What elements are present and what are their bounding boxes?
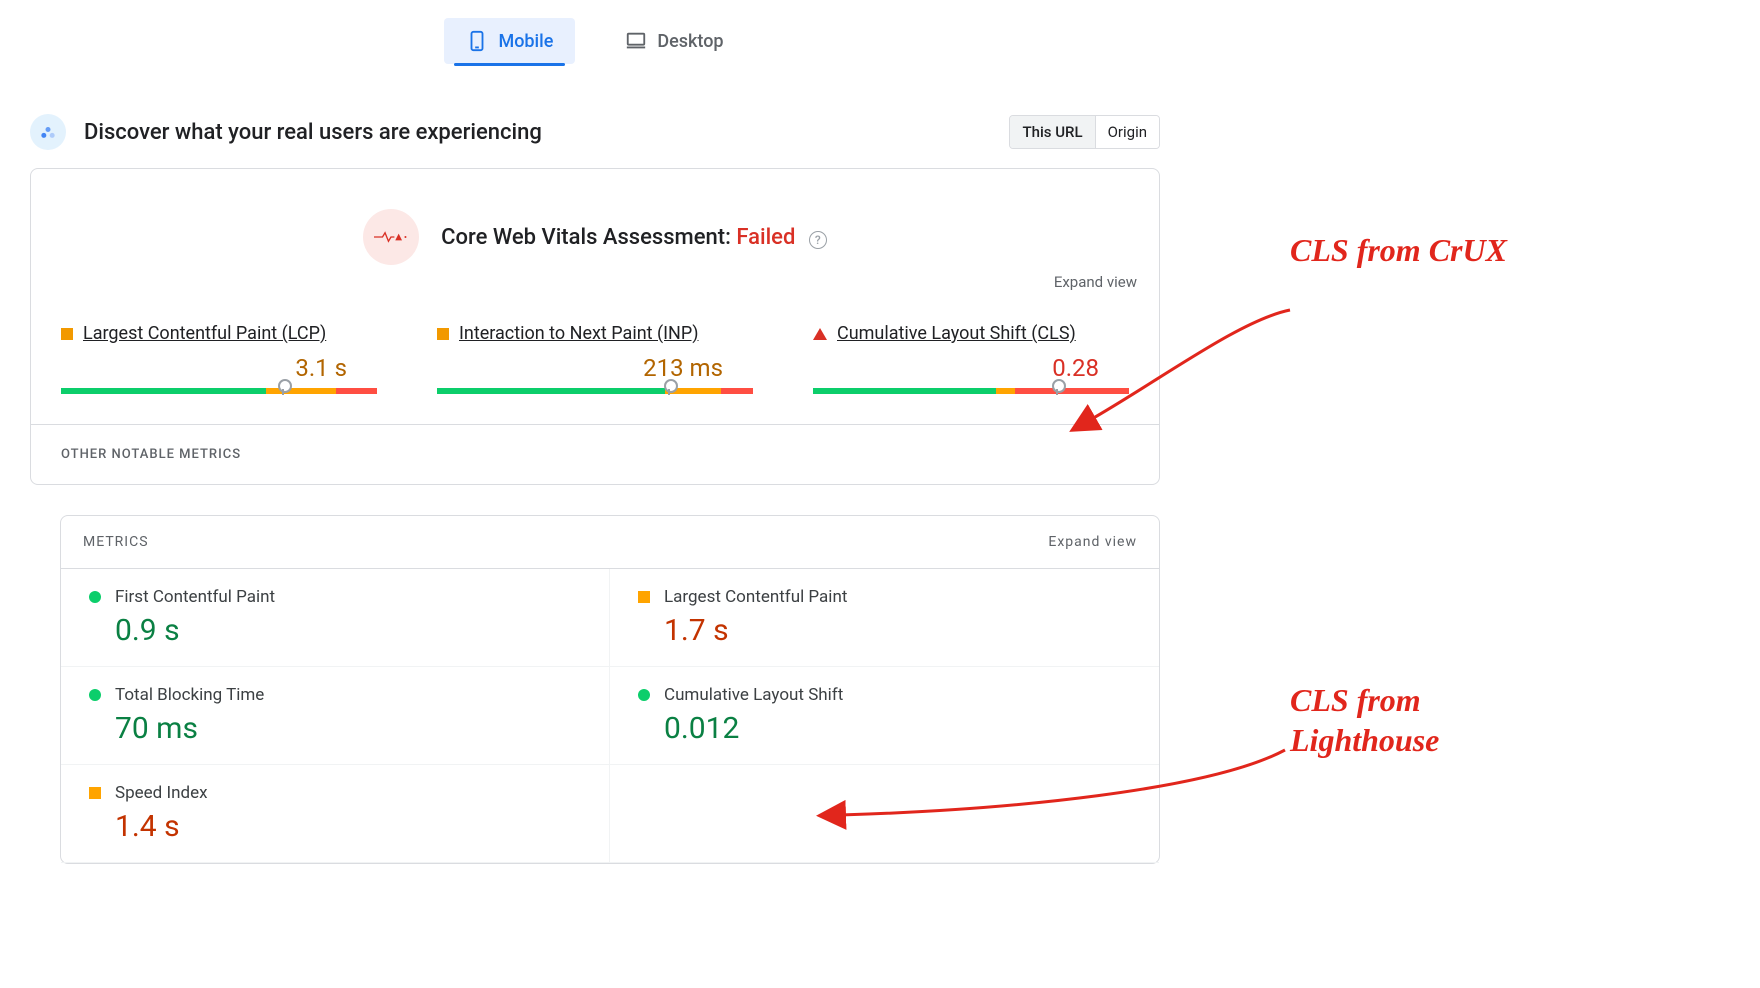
metric-tbt-name: Total Blocking Time [115, 685, 264, 705]
annotation-lighthouse: CLS from Lighthouse [1290, 680, 1550, 760]
cwv-inp-value: 213 ms [437, 344, 753, 388]
metric-cls: Cumulative Layout Shift 0.012 [610, 667, 1159, 765]
cwv-cls-value: 0.28 [813, 344, 1129, 388]
tab-mobile[interactable]: Mobile [444, 18, 575, 64]
metric-cls-value: 0.012 [638, 705, 1131, 746]
cwv-inp-distribution [437, 388, 753, 394]
metric-lcp: Largest Contentful Paint 1.7 s [610, 569, 1159, 667]
triangle-icon [813, 328, 827, 340]
cwv-inp-link[interactable]: Interaction to Next Paint (INP) [459, 323, 699, 344]
tab-desktop[interactable]: Desktop [603, 18, 745, 64]
annotation-crux: CLS from CrUX [1290, 230, 1550, 270]
lab-metrics-card: METRICS Expand view First Contentful Pai… [60, 515, 1160, 864]
device-tabs: Mobile Desktop [30, 0, 1160, 74]
metric-empty [610, 765, 1159, 863]
metric-si-value: 1.4 s [89, 803, 581, 844]
section-title: Discover what your real users are experi… [84, 120, 542, 145]
cwv-cls-link[interactable]: Cumulative Layout Shift (CLS) [837, 323, 1076, 344]
help-icon[interactable]: ? [809, 231, 827, 249]
metric-si-name: Speed Index [115, 783, 208, 803]
mobile-icon [466, 30, 488, 52]
tab-mobile-label: Mobile [498, 31, 553, 52]
square-icon [437, 328, 449, 340]
metrics-heading: METRICS [83, 534, 149, 550]
field-data-icon [30, 114, 66, 150]
scope-toggle: This URL Origin [1009, 115, 1160, 149]
status-dot-icon [89, 591, 101, 603]
metric-fcp: First Contentful Paint 0.9 s [61, 569, 610, 667]
metric-cls-name: Cumulative Layout Shift [664, 685, 843, 705]
metrics-expand-link[interactable]: Expand view [1048, 534, 1137, 550]
metric-tbt-value: 70 ms [89, 705, 581, 746]
toggle-origin[interactable]: Origin [1095, 116, 1159, 148]
cwv-metric-cls: Cumulative Layout Shift (CLS) 0.28 [813, 323, 1129, 394]
metric-si: Speed Index 1.4 s [61, 765, 610, 863]
cwv-lcp-value: 3.1 s [61, 344, 377, 388]
status-dot-icon [638, 689, 650, 701]
cwv-metric-inp: Interaction to Next Paint (INP) 213 ms [437, 323, 753, 394]
status-dot-icon [89, 689, 101, 701]
tab-desktop-label: Desktop [657, 31, 723, 52]
cwv-lcp-distribution [61, 388, 377, 394]
assessment-status-icon [363, 209, 419, 265]
metric-lcp-value: 1.7 s [638, 607, 1131, 648]
cwv-metric-lcp: Largest Contentful Paint (LCP) 3.1 s [61, 323, 377, 394]
toggle-this-url[interactable]: This URL [1010, 116, 1094, 148]
field-data-card: Core Web Vitals Assessment: Failed ? Exp… [30, 168, 1160, 485]
status-square-icon [89, 787, 101, 799]
other-metrics-heading: OTHER NOTABLE METRICS [31, 425, 1159, 484]
cwv-cls-distribution [813, 388, 1129, 394]
desktop-icon [625, 30, 647, 52]
expand-view-link[interactable]: Expand view [1054, 273, 1137, 291]
metric-fcp-name: First Contentful Paint [115, 587, 275, 607]
assessment-text: Core Web Vitals Assessment: Failed ? [441, 225, 827, 250]
metric-tbt: Total Blocking Time 70 ms [61, 667, 610, 765]
cwv-lcp-link[interactable]: Largest Contentful Paint (LCP) [83, 323, 326, 344]
metric-fcp-value: 0.9 s [89, 607, 581, 648]
metric-lcp-name: Largest Contentful Paint [664, 587, 847, 607]
status-square-icon [638, 591, 650, 603]
assessment-status: Failed [736, 225, 795, 250]
square-icon [61, 328, 73, 340]
assessment-label: Core Web Vitals Assessment: [441, 225, 731, 250]
